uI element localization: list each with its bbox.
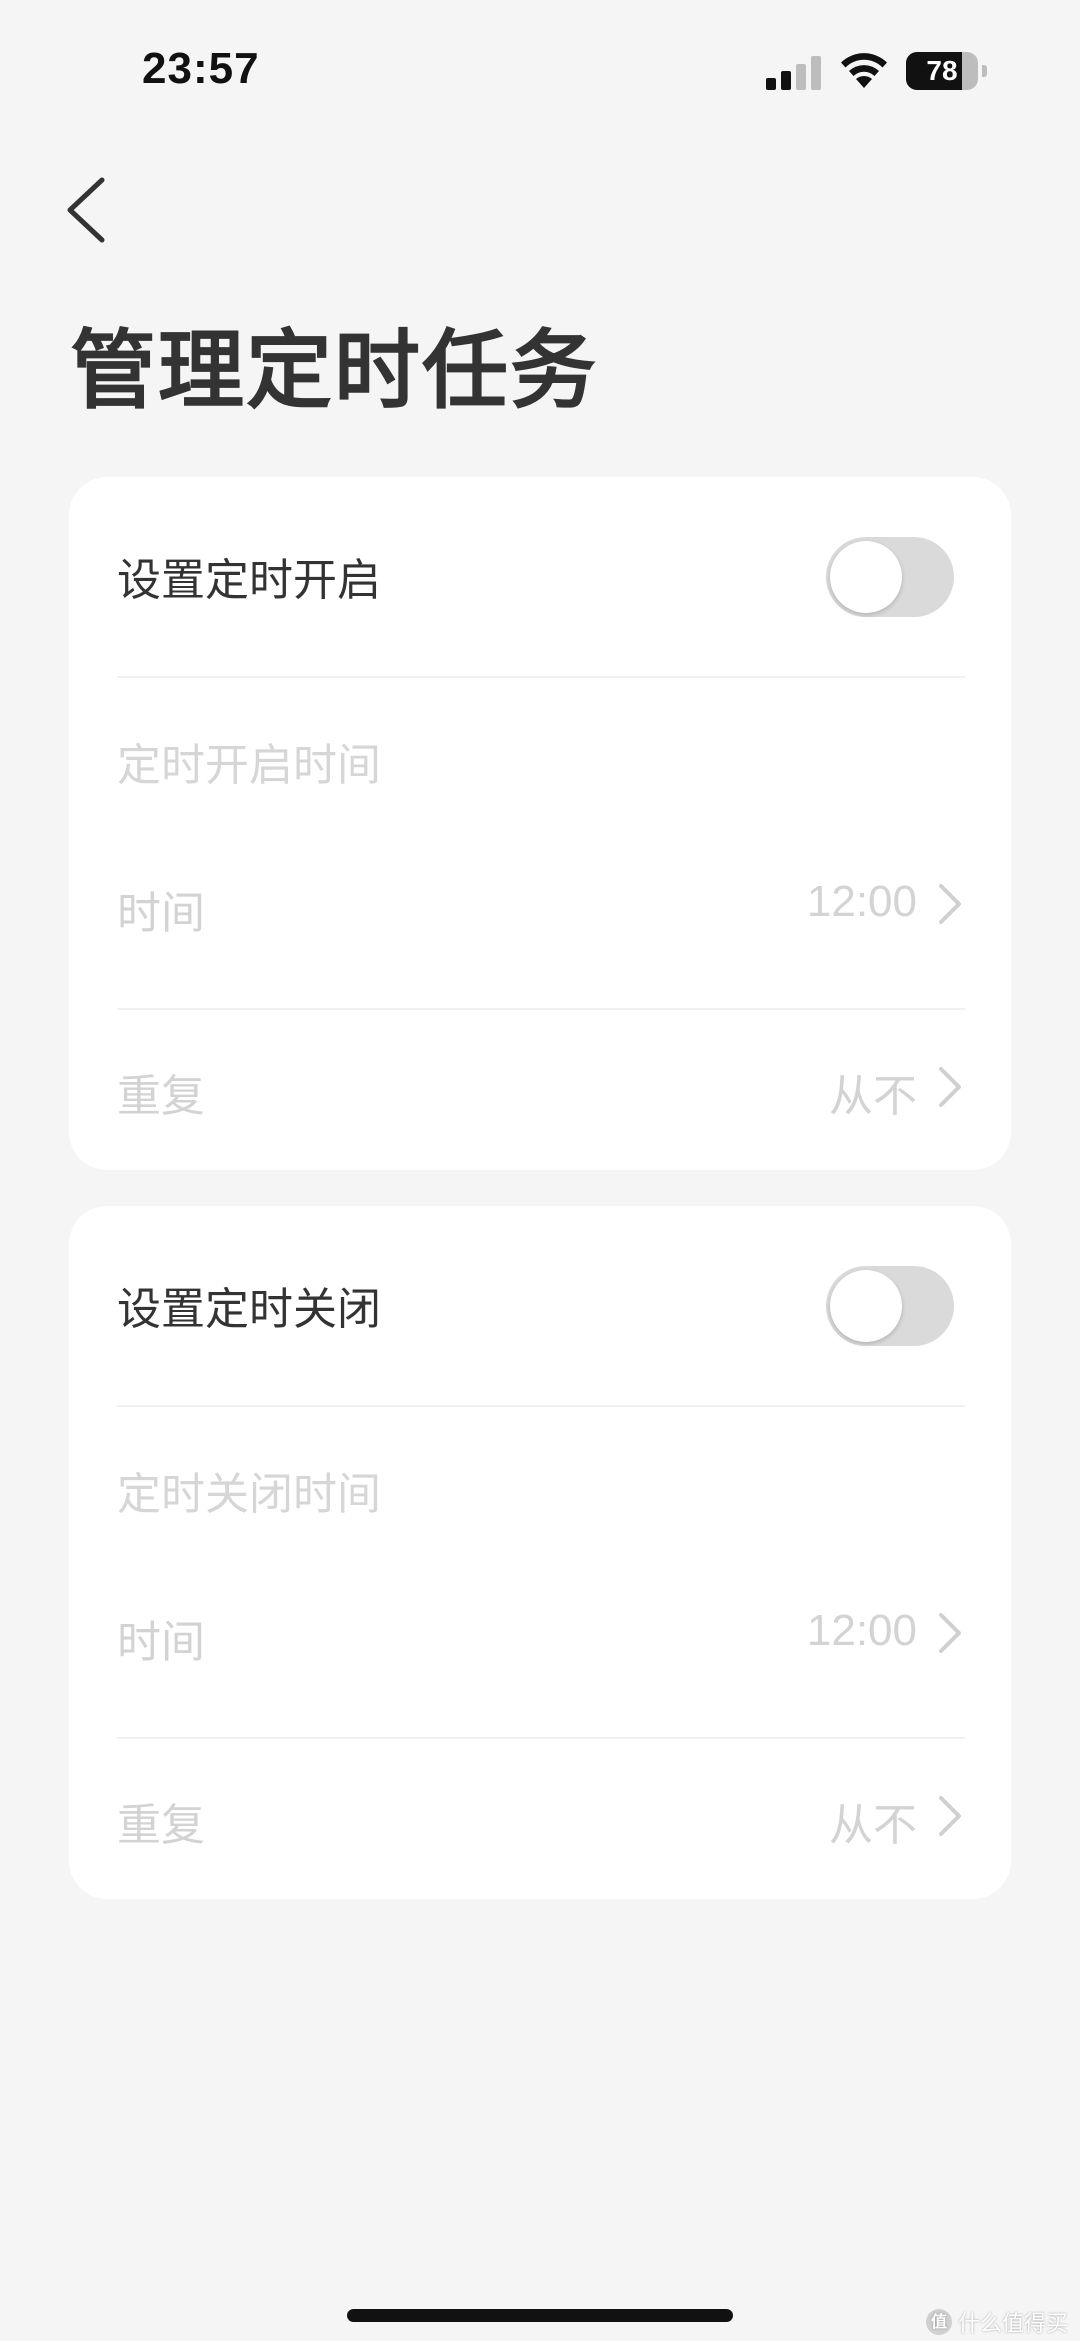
divider [117, 1737, 965, 1739]
back-button[interactable] [50, 170, 120, 250]
chevron-right-icon [939, 884, 961, 924]
timer-on-toggle[interactable] [826, 537, 954, 617]
cellular-signal-icon [766, 56, 821, 90]
battery-cap [982, 65, 987, 77]
timer-on-section-label: 定时开启时间 [117, 740, 381, 791]
chevron-right-icon [939, 1067, 961, 1107]
timer-off-repeat-label: 重复 [117, 1800, 205, 1851]
timer-on-card: 设置定时开启 定时开启时间 时间 12:00 重复 从不 [69, 477, 1011, 1170]
chevron-right-icon [939, 1796, 961, 1836]
chevron-left-icon [67, 177, 105, 243]
timer-off-card: 设置定时关闭 定时关闭时间 时间 12:00 重复 从不 [69, 1206, 1011, 1899]
toggle-knob [830, 1270, 902, 1342]
timer-on-time-label: 时间 [117, 888, 205, 939]
divider [117, 676, 965, 678]
timer-off-repeat-value: 从不 [829, 1801, 917, 1850]
status-bar: 23:57 78 [0, 0, 1080, 150]
chevron-right-icon [939, 1613, 961, 1653]
timer-on-repeat-value: 从不 [829, 1072, 917, 1121]
wifi-icon [841, 53, 887, 88]
timer-off-time-row[interactable]: 时间 12:00 [117, 1586, 965, 1746]
timer-off-toggle-label: 设置定时关闭 [117, 1284, 381, 1335]
page-title: 管理定时任务 [70, 321, 598, 421]
timer-off-toggle[interactable] [826, 1266, 954, 1346]
timer-on-time-row[interactable]: 时间 12:00 [117, 857, 965, 1017]
watermark-text: 什么值得买 [957, 2312, 1068, 2337]
home-indicator[interactable] [347, 2309, 733, 2322]
toggle-knob [830, 541, 902, 613]
divider [117, 1405, 965, 1407]
timer-on-time-value: 12:00 [806, 877, 917, 926]
battery-body: 78 [906, 52, 978, 90]
battery-level: 78 [926, 55, 958, 86]
battery-icon: 78 [906, 52, 987, 90]
timer-off-section-label: 定时关闭时间 [117, 1469, 381, 1520]
watermark: 值 什么值得买 [925, 2306, 1068, 2338]
timer-on-repeat-label: 重复 [117, 1071, 205, 1122]
watermark-logo-icon: 值 [925, 2309, 952, 2335]
timer-off-time-value: 12:00 [806, 1606, 917, 1655]
divider [117, 1008, 965, 1010]
status-time: 23:57 [142, 44, 260, 93]
timer-off-time-label: 时间 [117, 1617, 205, 1668]
timer-off-repeat-row[interactable]: 重复 从不 [117, 1746, 965, 1896]
timer-on-repeat-row[interactable]: 重复 从不 [117, 1017, 965, 1167]
timer-on-toggle-label: 设置定时开启 [117, 555, 381, 606]
